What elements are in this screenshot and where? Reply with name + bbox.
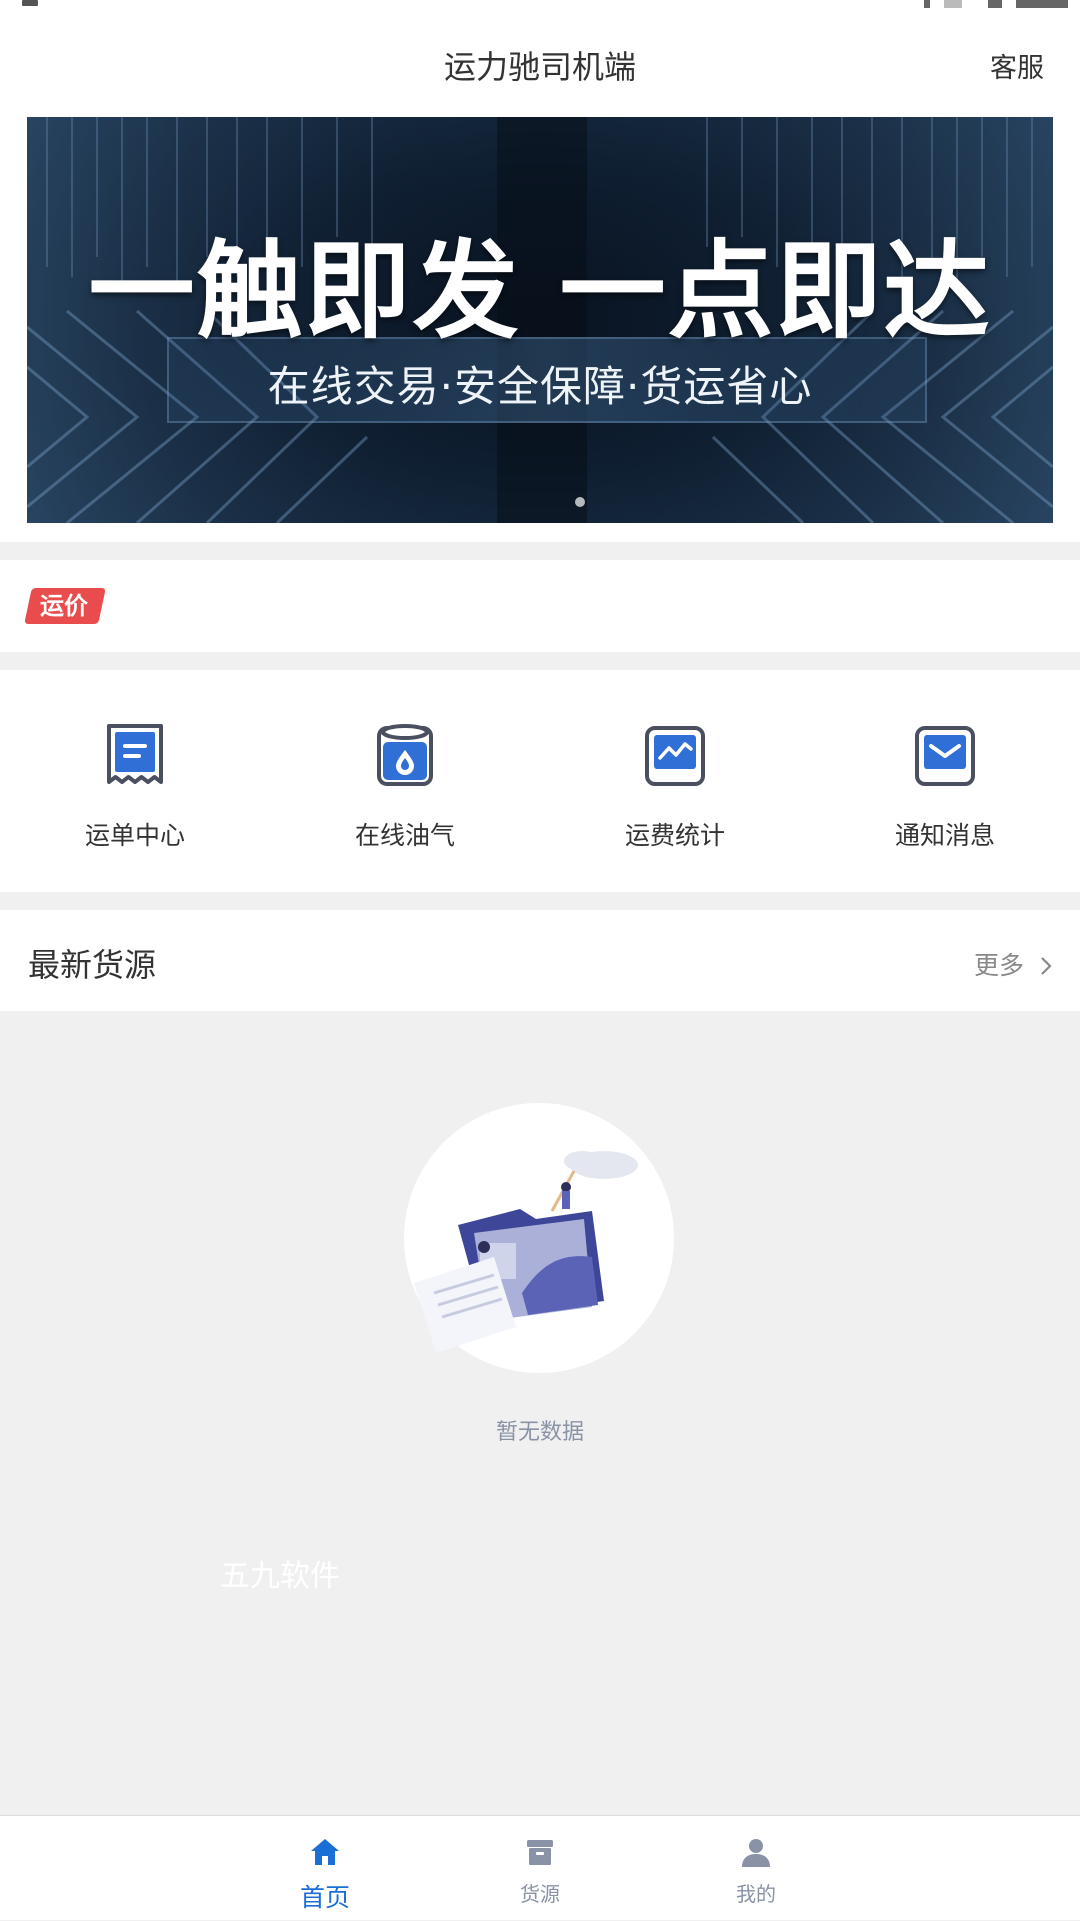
price-section: 运价 bbox=[0, 560, 1080, 652]
quick-action-freight-stats[interactable]: 运费统计 bbox=[540, 720, 810, 870]
clock-text bbox=[1016, 0, 1068, 8]
status-notification-icon bbox=[22, 0, 38, 6]
carousel-indicator-dot[interactable] bbox=[575, 497, 585, 507]
envelope-icon bbox=[915, 726, 975, 786]
banner-section: 一触即发 一点即达 在线交易·安全保障·货运省心 bbox=[0, 114, 1080, 542]
tab-home[interactable]: 首页 bbox=[255, 1816, 395, 1921]
customer-service-button[interactable]: 客服 bbox=[990, 46, 1044, 85]
quick-action-waybill-center[interactable]: 运单中心 bbox=[0, 720, 270, 870]
price-tag-badge[interactable]: 运价 bbox=[24, 588, 106, 624]
home-icon bbox=[311, 1839, 339, 1865]
quick-action-label: 通知消息 bbox=[894, 821, 995, 850]
app-header: 运力驰司机端 客服 bbox=[0, 18, 1080, 114]
empty-state-text: 暂无数据 bbox=[495, 1420, 584, 1445]
chevron-right-icon bbox=[1041, 957, 1052, 975]
more-label: 更多 bbox=[974, 951, 1025, 980]
banner-headline: 一触即发 一点即达 bbox=[88, 230, 992, 353]
status-indicators bbox=[910, 0, 1080, 10]
quick-actions-grid: 运单中心 在线油气 运费统计 通知消息 bbox=[0, 670, 1080, 892]
section-title: 最新货源 bbox=[28, 946, 157, 984]
watermark-text: 五九软件 bbox=[220, 1559, 340, 1594]
tab-label: 货源 bbox=[520, 1882, 560, 1906]
empty-folder-illustration-icon bbox=[414, 1151, 638, 1353]
battery-icon bbox=[988, 0, 1002, 8]
user-icon bbox=[742, 1839, 770, 1867]
chart-icon bbox=[645, 726, 705, 786]
quick-action-label: 在线油气 bbox=[354, 821, 455, 850]
banner-subtitle: 在线交易·安全保障·货运省心 bbox=[267, 362, 813, 411]
page-title: 运力驰司机端 bbox=[443, 48, 636, 86]
signal-icon bbox=[924, 0, 930, 8]
quick-action-online-fuel[interactable]: 在线油气 bbox=[270, 720, 540, 870]
quick-action-notifications[interactable]: 通知消息 bbox=[810, 720, 1080, 870]
receipt-icon bbox=[107, 724, 163, 784]
banner-carousel[interactable]: 一触即发 一点即达 在线交易·安全保障·货运省心 bbox=[27, 117, 1053, 523]
bottom-tab-bar: 首页 货源 我的 bbox=[0, 1815, 1080, 1920]
status-bar bbox=[0, 0, 1080, 18]
empty-state-area: 暂无数据 五九软件 bbox=[0, 1011, 1080, 1815]
price-tag-label: 运价 bbox=[40, 592, 88, 620]
quick-action-label: 运单中心 bbox=[84, 821, 185, 850]
tab-label: 首页 bbox=[299, 1883, 350, 1912]
fuel-can-icon bbox=[377, 724, 433, 786]
wifi-icon bbox=[944, 0, 962, 8]
tab-mine[interactable]: 我的 bbox=[686, 1816, 826, 1921]
cargo-box-icon bbox=[527, 1840, 553, 1865]
tab-cargo[interactable]: 货源 bbox=[470, 1816, 610, 1921]
empty-state-illustration bbox=[404, 1103, 674, 1373]
tab-label: 我的 bbox=[736, 1882, 776, 1906]
more-link[interactable]: 更多 bbox=[974, 946, 1054, 982]
latest-cargo-header: 最新货源 更多 bbox=[0, 910, 1080, 1011]
quick-action-label: 运费统计 bbox=[624, 821, 725, 850]
